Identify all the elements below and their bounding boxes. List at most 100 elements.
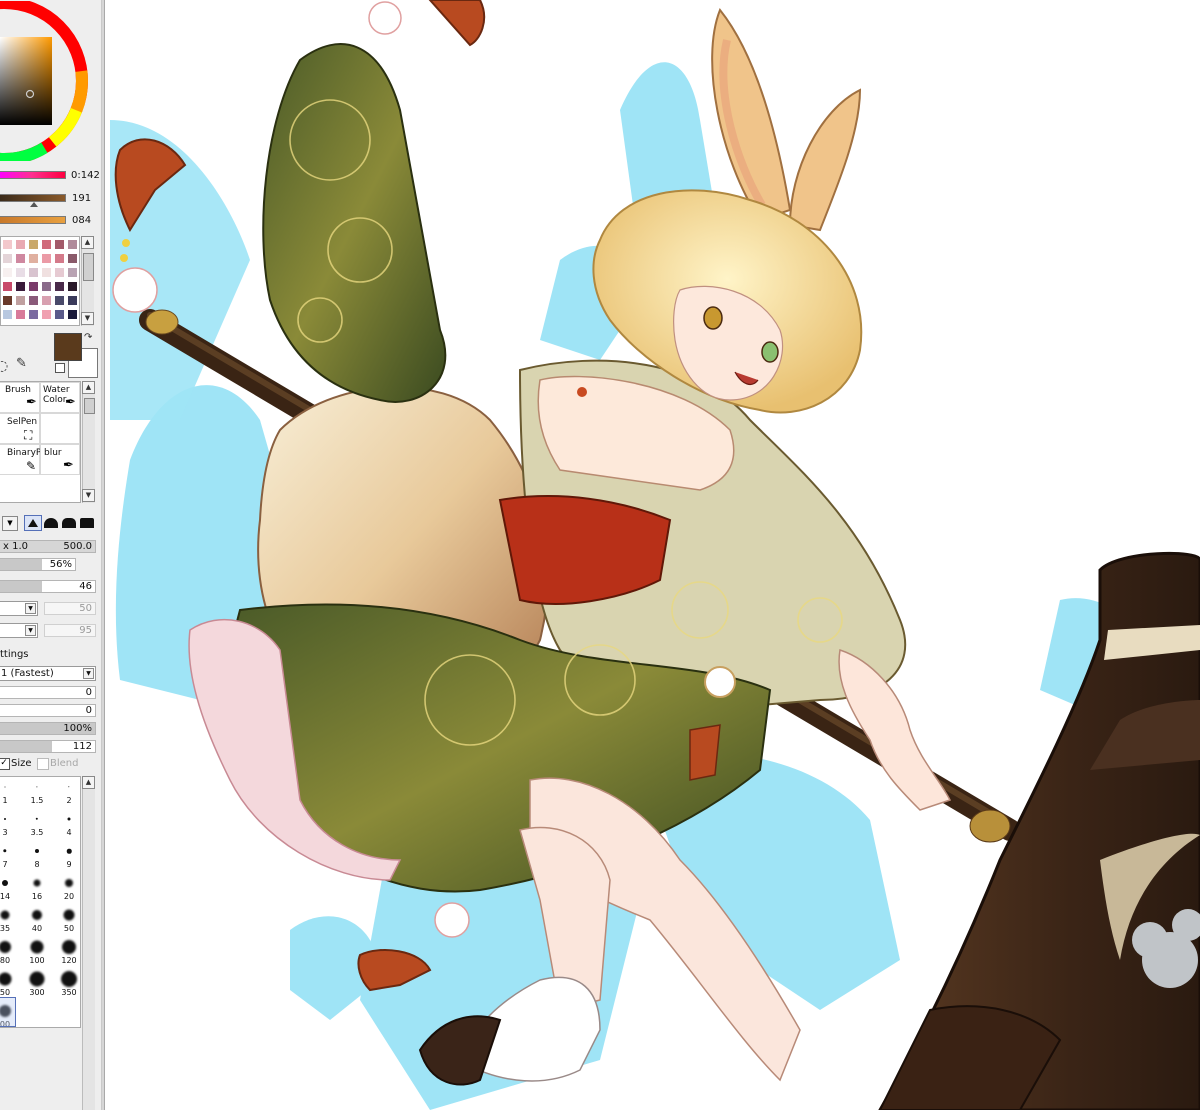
swap-colors-icon[interactable]: ↷ bbox=[84, 332, 92, 343]
reset-colors-icon[interactable] bbox=[55, 363, 65, 373]
size-scrollbar[interactable]: ▲ bbox=[82, 776, 95, 1110]
color-swatch[interactable] bbox=[68, 296, 77, 305]
brush-size-preview[interactable] bbox=[35, 817, 39, 821]
color-swatch[interactable] bbox=[42, 268, 51, 277]
color-wheel[interactable] bbox=[0, 0, 90, 165]
brush-size-preview[interactable] bbox=[65, 879, 73, 887]
brush-size-preview[interactable] bbox=[3, 849, 7, 853]
brush-size-preview[interactable] bbox=[62, 940, 76, 954]
tool-blur[interactable]: blur ✒ bbox=[40, 444, 80, 475]
brush-size-preview[interactable] bbox=[32, 910, 42, 920]
color-swatch[interactable] bbox=[29, 268, 38, 277]
color-swatch[interactable] bbox=[16, 310, 25, 319]
swatch-scrollbar[interactable]: ▲ ▼ bbox=[81, 236, 94, 326]
color-swatch[interactable] bbox=[29, 310, 38, 319]
tool-scroll-up[interactable]: ▲ bbox=[82, 381, 95, 394]
color-swatch[interactable] bbox=[68, 268, 77, 277]
slider-thumb[interactable] bbox=[30, 202, 38, 207]
color-swatch[interactable] bbox=[42, 240, 51, 249]
color-swatch[interactable] bbox=[68, 282, 77, 291]
shape-flat-round[interactable] bbox=[62, 518, 76, 528]
eyedropper-icon[interactable]: ✎ bbox=[16, 356, 27, 371]
tool-binary-pen[interactable]: BinaryPen ✎ bbox=[0, 444, 40, 475]
brush-size-preview[interactable] bbox=[4, 818, 6, 820]
hue-slider[interactable] bbox=[0, 171, 66, 179]
color-swatch[interactable] bbox=[42, 282, 51, 291]
color-swatch[interactable] bbox=[55, 296, 64, 305]
brush-size-preview[interactable] bbox=[67, 817, 71, 821]
color-swatch[interactable] bbox=[42, 296, 51, 305]
color-swatch[interactable] bbox=[3, 268, 12, 277]
blend-checkbox[interactable] bbox=[37, 758, 49, 770]
color-swatch[interactable] bbox=[55, 240, 64, 249]
param3-bar[interactable]: 46 bbox=[0, 580, 96, 593]
size-scroll-up[interactable]: ▲ bbox=[82, 776, 95, 789]
shape-sharp[interactable] bbox=[24, 515, 42, 531]
max-density-bar[interactable]: 100% bbox=[0, 722, 96, 735]
primary-color[interactable] bbox=[54, 333, 82, 361]
tool-brush[interactable]: Brush ✒ bbox=[0, 382, 40, 413]
color-swatch[interactable] bbox=[55, 268, 64, 277]
lasso-icon[interactable]: ◌ bbox=[0, 358, 8, 374]
brush-size-preview[interactable] bbox=[33, 879, 41, 887]
color-swatch[interactable] bbox=[3, 240, 12, 249]
color-swatch[interactable] bbox=[16, 240, 25, 249]
quality-select[interactable]: 1 (Fastest) ▼ bbox=[0, 666, 96, 681]
scroll-down-button[interactable]: ▼ bbox=[81, 312, 94, 325]
tool-scroll-down[interactable]: ▼ bbox=[82, 489, 95, 502]
brush-size-preview[interactable] bbox=[61, 971, 77, 987]
shape-round[interactable] bbox=[44, 518, 58, 528]
color-swatch[interactable] bbox=[55, 310, 64, 319]
color-swatch[interactable] bbox=[29, 254, 38, 263]
density-bar[interactable]: 56% bbox=[0, 558, 76, 571]
drawing-canvas[interactable] bbox=[105, 0, 1200, 1110]
color-swatch[interactable] bbox=[16, 254, 25, 263]
brush-size-preview[interactable] bbox=[0, 972, 12, 986]
color-swatch[interactable] bbox=[3, 310, 12, 319]
pressure-bar[interactable]: 112 bbox=[0, 740, 96, 753]
brush-size-preview[interactable] bbox=[66, 848, 72, 854]
scroll-up-button[interactable]: ▲ bbox=[81, 236, 94, 249]
color-swatch[interactable] bbox=[55, 282, 64, 291]
color-swatch[interactable] bbox=[68, 254, 77, 263]
color-swatch[interactable] bbox=[68, 310, 77, 319]
color-swatch[interactable] bbox=[16, 296, 25, 305]
color-swatch[interactable] bbox=[16, 282, 25, 291]
scroll-thumb[interactable] bbox=[83, 253, 94, 281]
brush-size-preview[interactable] bbox=[2, 880, 8, 886]
brush-size-preview[interactable] bbox=[0, 910, 10, 920]
brush-size-preview[interactable] bbox=[63, 909, 75, 921]
shape-square[interactable] bbox=[80, 518, 94, 528]
tool-scroll-thumb[interactable] bbox=[84, 398, 95, 414]
texture-select[interactable]: ▼ bbox=[0, 601, 38, 616]
color-swatch[interactable] bbox=[3, 254, 12, 263]
brush-size-preview[interactable] bbox=[35, 849, 39, 853]
min-density-bar[interactable]: 0 bbox=[0, 704, 96, 717]
brush-shape-dropdown[interactable]: ▼ bbox=[2, 516, 18, 531]
brush-size-preview[interactable] bbox=[0, 941, 11, 953]
size-bar[interactable]: x 1.0 500.0 bbox=[0, 540, 96, 553]
saturation-slider[interactable] bbox=[0, 194, 66, 202]
brush-size-preview[interactable] bbox=[36, 786, 38, 788]
color-swatch[interactable] bbox=[68, 240, 77, 249]
tool-selpen[interactable]: SelPen ⛶ bbox=[0, 413, 40, 444]
color-swatch[interactable] bbox=[55, 254, 64, 263]
color-swatch[interactable] bbox=[16, 268, 25, 277]
size-checkbox[interactable]: ✓ bbox=[0, 758, 10, 770]
color-swatch[interactable] bbox=[29, 296, 38, 305]
value-slider[interactable] bbox=[0, 216, 66, 224]
blending-select[interactable]: ▼ bbox=[0, 623, 38, 638]
color-swatch[interactable] bbox=[42, 254, 51, 263]
brush-size-preview[interactable] bbox=[29, 971, 45, 987]
brush-size-preview[interactable] bbox=[4, 786, 6, 788]
brush-size-preview[interactable] bbox=[68, 786, 70, 788]
color-swatch[interactable] bbox=[3, 296, 12, 305]
color-swatch[interactable] bbox=[29, 282, 38, 291]
color-swatch[interactable] bbox=[3, 282, 12, 291]
edge-hardness-bar[interactable]: 0 bbox=[0, 686, 96, 699]
tool-water-color[interactable]: Water Color ✒ bbox=[40, 382, 80, 413]
color-swatch[interactable] bbox=[29, 240, 38, 249]
color-swatch[interactable] bbox=[42, 310, 51, 319]
tool-scrollbar[interactable]: ▲ ▼ bbox=[82, 381, 95, 503]
brush-size-preview[interactable] bbox=[30, 940, 44, 954]
